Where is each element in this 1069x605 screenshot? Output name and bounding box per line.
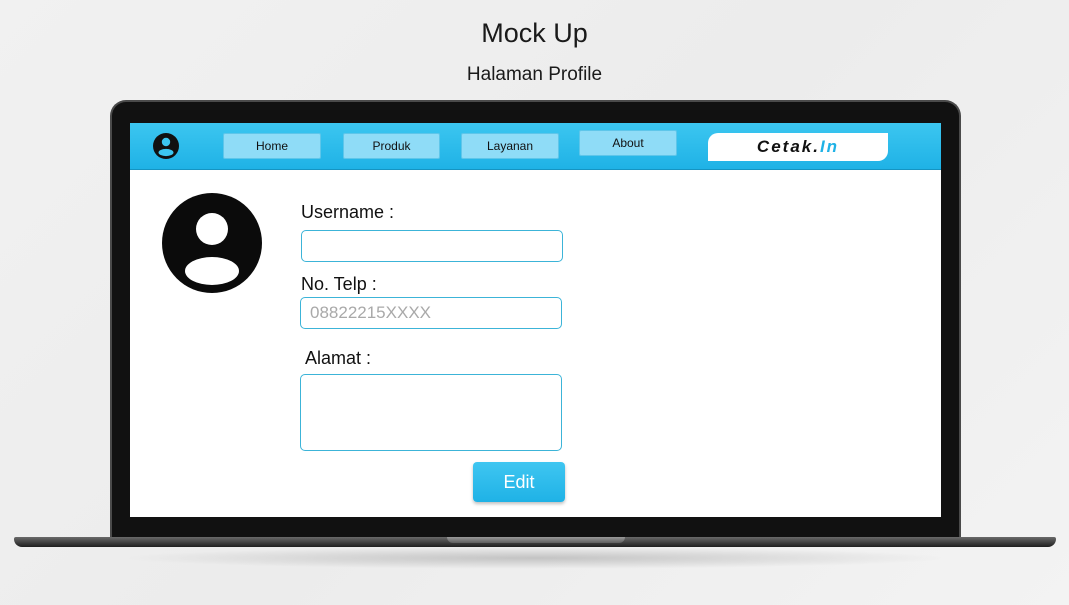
address-label: Alamat : [305,348,372,368]
page-subtitle: Halaman Profile [466,64,603,85]
user-circle-icon[interactable] [152,132,180,160]
laptop-hinge-notch [447,537,625,543]
phone-label: No. Telp : [301,274,377,294]
user-avatar-icon [162,193,262,293]
phone-input[interactable] [300,297,562,329]
nav-layanan-button[interactable]: Layanan [461,133,559,159]
laptop-screen: Home Produk Layanan About Cetak.In Usern… [130,123,941,517]
brand-logo[interactable]: Cetak.In [708,133,888,161]
nav-home-button[interactable]: Home [223,133,321,159]
mockup-title: Mock Up [481,18,588,48]
nav-produk-button[interactable]: Produk [343,133,440,159]
brand-name: Cetak. [756,137,820,156]
edit-button[interactable]: Edit [473,462,565,502]
laptop-shadow [120,547,950,569]
username-input[interactable] [301,230,563,262]
username-label: Username : [301,202,395,222]
address-textarea[interactable] [300,374,562,451]
nav-about-button[interactable]: About [579,130,677,156]
brand-suffix: In [819,137,840,156]
navbar: Home Produk Layanan About Cetak.In [130,123,941,170]
